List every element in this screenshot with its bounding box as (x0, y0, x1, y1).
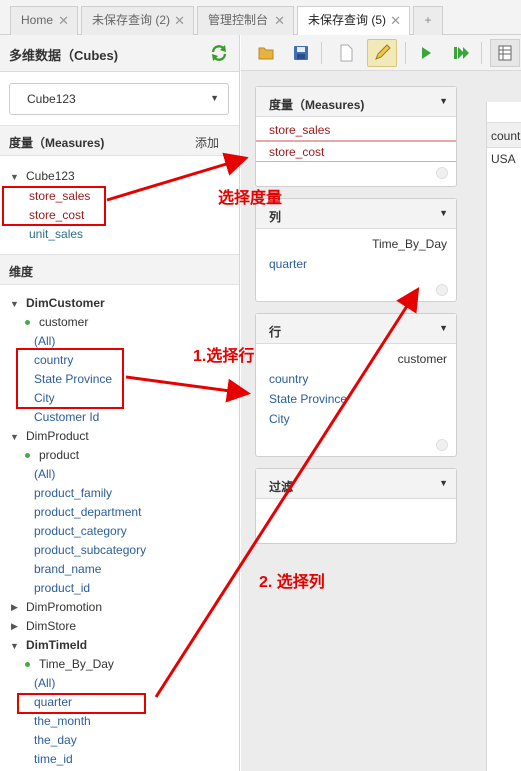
annotation-select-rows: 1.选择行 (193, 348, 255, 365)
annotation-select-measures: 选择度量 (218, 190, 283, 207)
annotation-arrows (106, 152, 420, 698)
annotation-select-columns: 2. 选择列 (259, 574, 325, 591)
